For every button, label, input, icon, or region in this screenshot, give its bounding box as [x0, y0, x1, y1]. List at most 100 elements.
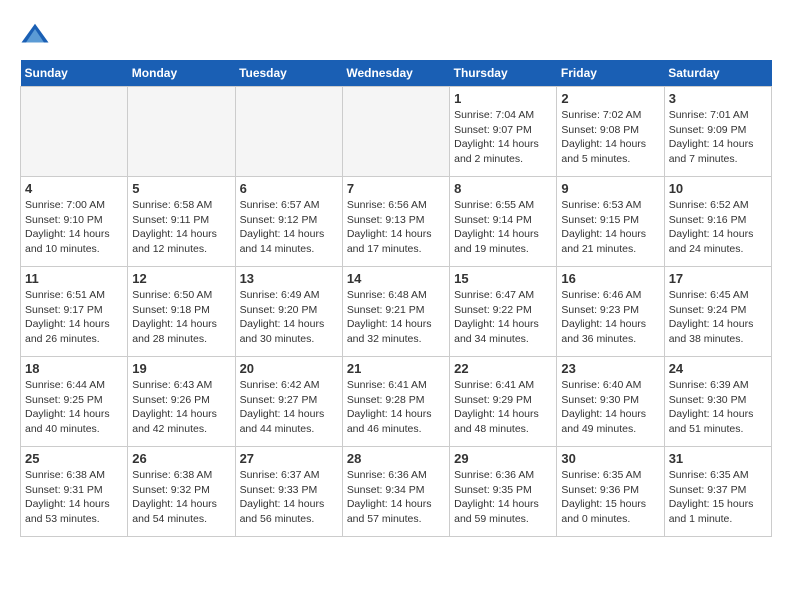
day-info: Sunrise: 6:56 AM Sunset: 9:13 PM Dayligh…: [347, 198, 445, 257]
day-number: 29: [454, 451, 552, 466]
day-number: 20: [240, 361, 338, 376]
day-number: 28: [347, 451, 445, 466]
weekday-header-sunday: Sunday: [21, 60, 128, 87]
day-info: Sunrise: 6:36 AM Sunset: 9:35 PM Dayligh…: [454, 468, 552, 527]
day-info: Sunrise: 6:41 AM Sunset: 9:29 PM Dayligh…: [454, 378, 552, 437]
day-number: 22: [454, 361, 552, 376]
weekday-header-monday: Monday: [128, 60, 235, 87]
day-info: Sunrise: 6:35 AM Sunset: 9:37 PM Dayligh…: [669, 468, 767, 527]
day-info: Sunrise: 6:37 AM Sunset: 9:33 PM Dayligh…: [240, 468, 338, 527]
day-info: Sunrise: 6:38 AM Sunset: 9:32 PM Dayligh…: [132, 468, 230, 527]
day-number: 15: [454, 271, 552, 286]
calendar-cell: 29 Sunrise: 6:36 AM Sunset: 9:35 PM Dayli…: [450, 447, 557, 537]
calendar-cell: 4 Sunrise: 7:00 AM Sunset: 9:10 PM Daylig…: [21, 177, 128, 267]
day-number: 7: [347, 181, 445, 196]
calendar-cell: 19 Sunrise: 6:43 AM Sunset: 9:26 PM Dayli…: [128, 357, 235, 447]
day-number: 24: [669, 361, 767, 376]
calendar-cell: 28 Sunrise: 6:36 AM Sunset: 9:34 PM Dayli…: [342, 447, 449, 537]
header: [20, 20, 772, 50]
week-row-3: 11Sunrise: 6:51 AM Sunset: 9:17 PM Dayli…: [21, 267, 772, 357]
day-info: Sunrise: 6:53 AM Sunset: 9:15 PM Dayligh…: [561, 198, 659, 257]
calendar-cell: 14 Sunrise: 6:48 AM Sunset: 9:21 PM Dayli…: [342, 267, 449, 357]
calendar-cell: 6 Sunrise: 6:57 AM Sunset: 9:12 PM Daylig…: [235, 177, 342, 267]
calendar-cell: 10 Sunrise: 6:52 AM Sunset: 9:16 PM Dayli…: [664, 177, 771, 267]
day-number: 27: [240, 451, 338, 466]
calendar-table: SundayMondayTuesdayWednesdayThursdayFrid…: [20, 60, 772, 537]
calendar-cell: 18 Sunrise: 6:44 AM Sunset: 9:25 PM Dayli…: [21, 357, 128, 447]
day-info: Sunrise: 6:52 AM Sunset: 9:16 PM Dayligh…: [669, 198, 767, 257]
day-info: Sunrise: 6:58 AM Sunset: 9:11 PM Dayligh…: [132, 198, 230, 257]
day-info: Sunrise: 7:02 AM Sunset: 9:08 PM Dayligh…: [561, 108, 659, 167]
day-number: 5: [132, 181, 230, 196]
day-info: Sunrise: 6:57 AM Sunset: 9:12 PM Dayligh…: [240, 198, 338, 257]
day-number: 10: [669, 181, 767, 196]
calendar-cell: 16 Sunrise: 6:46 AM Sunset: 9:23 PM Dayli…: [557, 267, 664, 357]
calendar-cell: [21, 87, 128, 177]
week-row-5: 25 Sunrise: 6:38 AM Sunset: 9:31 PM Dayli…: [21, 447, 772, 537]
day-info: Sunrise: 6:39 AM Sunset: 9:30 PM Dayligh…: [669, 378, 767, 437]
calendar-cell: 8Sunrise: 6:55 AM Sunset: 9:14 PM Daylig…: [450, 177, 557, 267]
day-info: Sunrise: 6:49 AM Sunset: 9:20 PM Dayligh…: [240, 288, 338, 347]
day-number: 2: [561, 91, 659, 106]
week-row-4: 18 Sunrise: 6:44 AM Sunset: 9:25 PM Dayli…: [21, 357, 772, 447]
day-info: Sunrise: 6:40 AM Sunset: 9:30 PM Dayligh…: [561, 378, 659, 437]
day-number: 12: [132, 271, 230, 286]
day-number: 19: [132, 361, 230, 376]
week-row-2: 4 Sunrise: 7:00 AM Sunset: 9:10 PM Daylig…: [21, 177, 772, 267]
calendar-cell: 11Sunrise: 6:51 AM Sunset: 9:17 PM Dayli…: [21, 267, 128, 357]
day-number: 1: [454, 91, 552, 106]
day-number: 25: [25, 451, 123, 466]
logo: [20, 20, 54, 50]
day-number: 4: [25, 181, 123, 196]
calendar-cell: 21Sunrise: 6:41 AM Sunset: 9:28 PM Dayli…: [342, 357, 449, 447]
week-row-1: 1Sunrise: 7:04 AM Sunset: 9:07 PM Daylig…: [21, 87, 772, 177]
weekday-header-row: SundayMondayTuesdayWednesdayThursdayFrid…: [21, 60, 772, 87]
calendar-cell: 30Sunrise: 6:35 AM Sunset: 9:36 PM Dayli…: [557, 447, 664, 537]
weekday-header-tuesday: Tuesday: [235, 60, 342, 87]
day-number: 9: [561, 181, 659, 196]
day-info: Sunrise: 6:42 AM Sunset: 9:27 PM Dayligh…: [240, 378, 338, 437]
logo-icon: [20, 20, 50, 50]
calendar-cell: 24 Sunrise: 6:39 AM Sunset: 9:30 PM Dayli…: [664, 357, 771, 447]
day-info: Sunrise: 6:43 AM Sunset: 9:26 PM Dayligh…: [132, 378, 230, 437]
calendar-cell: 26 Sunrise: 6:38 AM Sunset: 9:32 PM Dayli…: [128, 447, 235, 537]
calendar-cell: 25 Sunrise: 6:38 AM Sunset: 9:31 PM Dayli…: [21, 447, 128, 537]
day-info: Sunrise: 6:38 AM Sunset: 9:31 PM Dayligh…: [25, 468, 123, 527]
weekday-header-wednesday: Wednesday: [342, 60, 449, 87]
day-info: Sunrise: 6:48 AM Sunset: 9:21 PM Dayligh…: [347, 288, 445, 347]
day-number: 18: [25, 361, 123, 376]
calendar-cell: 17Sunrise: 6:45 AM Sunset: 9:24 PM Dayli…: [664, 267, 771, 357]
day-number: 11: [25, 271, 123, 286]
calendar-cell: [128, 87, 235, 177]
day-info: Sunrise: 6:45 AM Sunset: 9:24 PM Dayligh…: [669, 288, 767, 347]
calendar-cell: 12 Sunrise: 6:50 AM Sunset: 9:18 PM Dayli…: [128, 267, 235, 357]
calendar-cell: 20 Sunrise: 6:42 AM Sunset: 9:27 PM Dayli…: [235, 357, 342, 447]
day-info: Sunrise: 6:50 AM Sunset: 9:18 PM Dayligh…: [132, 288, 230, 347]
calendar-cell: 7 Sunrise: 6:56 AM Sunset: 9:13 PM Daylig…: [342, 177, 449, 267]
day-info: Sunrise: 6:55 AM Sunset: 9:14 PM Dayligh…: [454, 198, 552, 257]
calendar-cell: 13 Sunrise: 6:49 AM Sunset: 9:20 PM Dayli…: [235, 267, 342, 357]
day-number: 14: [347, 271, 445, 286]
calendar-cell: 2 Sunrise: 7:02 AM Sunset: 9:08 PM Daylig…: [557, 87, 664, 177]
weekday-header-thursday: Thursday: [450, 60, 557, 87]
day-info: Sunrise: 6:44 AM Sunset: 9:25 PM Dayligh…: [25, 378, 123, 437]
day-number: 3: [669, 91, 767, 106]
day-info: Sunrise: 6:41 AM Sunset: 9:28 PM Dayligh…: [347, 378, 445, 437]
day-number: 6: [240, 181, 338, 196]
calendar-cell: 9 Sunrise: 6:53 AM Sunset: 9:15 PM Daylig…: [557, 177, 664, 267]
calendar-cell: 22 Sunrise: 6:41 AM Sunset: 9:29 PM Dayli…: [450, 357, 557, 447]
calendar-cell: [342, 87, 449, 177]
calendar-cell: 27 Sunrise: 6:37 AM Sunset: 9:33 PM Dayli…: [235, 447, 342, 537]
day-info: Sunrise: 6:46 AM Sunset: 9:23 PM Dayligh…: [561, 288, 659, 347]
calendar-cell: 15Sunrise: 6:47 AM Sunset: 9:22 PM Dayli…: [450, 267, 557, 357]
day-number: 16: [561, 271, 659, 286]
calendar-cell: 1Sunrise: 7:04 AM Sunset: 9:07 PM Daylig…: [450, 87, 557, 177]
day-info: Sunrise: 7:00 AM Sunset: 9:10 PM Dayligh…: [25, 198, 123, 257]
day-number: 26: [132, 451, 230, 466]
day-number: 13: [240, 271, 338, 286]
calendar-cell: [235, 87, 342, 177]
weekday-header-saturday: Saturday: [664, 60, 771, 87]
day-number: 30: [561, 451, 659, 466]
day-info: Sunrise: 6:36 AM Sunset: 9:34 PM Dayligh…: [347, 468, 445, 527]
calendar-cell: 3Sunrise: 7:01 AM Sunset: 9:09 PM Daylig…: [664, 87, 771, 177]
